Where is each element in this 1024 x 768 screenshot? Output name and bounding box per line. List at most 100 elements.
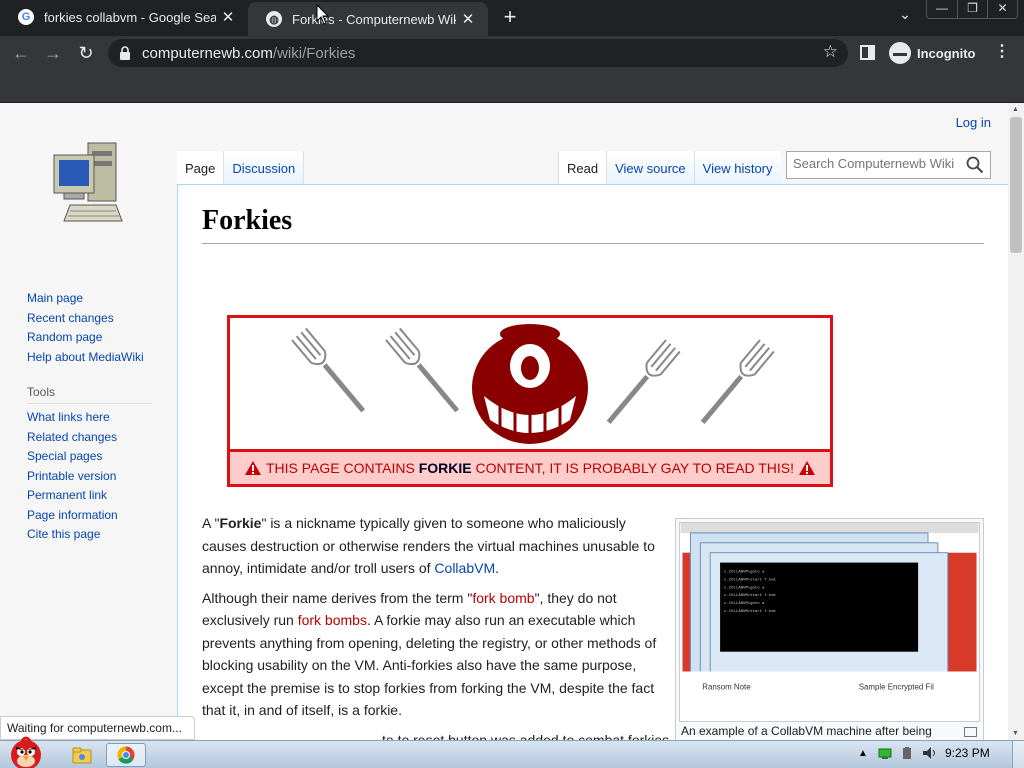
svg-text:c.COLLABVM>start f.bat: c.COLLABVM>start f.bat	[724, 609, 776, 614]
warning-text-pre: THIS PAGE CONTAINS	[266, 460, 415, 476]
text: te to reset button was added to combat f…	[382, 731, 670, 741]
windows-taskbar: ▲ 9:23 PM	[0, 736, 1024, 768]
mouse-cursor-icon	[316, 4, 330, 25]
taskbar-clock[interactable]: 9:23 PM	[945, 746, 990, 760]
warning-triangle-icon	[245, 461, 261, 475]
taskbar-explorer-button[interactable]	[62, 743, 102, 767]
bookmarks-bar	[0, 70, 1024, 103]
forward-arrow-icon[interactable]: →	[40, 40, 66, 66]
bookmark-star-icon[interactable]: ☆	[823, 42, 838, 62]
svg-text:c.COLLABVM>goto a: c.COLLABVM>goto a	[724, 570, 765, 575]
show-desktop-button[interactable]	[1012, 741, 1024, 768]
url-text[interactable]: computernewb.com/wiki/Forkies	[142, 45, 355, 62]
text: A "	[202, 515, 220, 531]
warning-strip: THIS PAGE CONTAINS FORKIE CONTENT, IT IS…	[230, 449, 830, 484]
scrollbar-thumb[interactable]	[1010, 117, 1022, 253]
tab-page[interactable]: Page	[177, 151, 224, 184]
page-scrollbar[interactable]: ▲ ▼	[1008, 103, 1024, 740]
browser-toolbar: ← → ↻ computernewb.com/wiki/Forkies ☆ In…	[0, 36, 1024, 70]
volume-icon[interactable]	[922, 747, 938, 759]
network-icon[interactable]	[878, 747, 892, 759]
close-window-button[interactable]: ✕	[987, 0, 1017, 18]
paragraph-origin: Although their name derives from the ter…	[202, 587, 658, 722]
login-link[interactable]: Log in	[956, 115, 991, 130]
tab-view-history[interactable]: View history	[693, 151, 781, 184]
tab-read[interactable]: Read	[558, 151, 607, 184]
minimize-button[interactable]: —	[927, 0, 957, 18]
article-body: A "Forkie" is a nickname typically given…	[202, 512, 669, 741]
collabvm-link[interactable]: CollabVM	[434, 560, 495, 576]
thumbnail-caption: An example of a CollabVM machine after b…	[681, 724, 932, 738]
chrome-icon	[117, 746, 135, 764]
fork-bomb-link[interactable]: fork bomb	[472, 590, 534, 606]
new-tab-button[interactable]: +	[496, 4, 524, 32]
tab-view-source[interactable]: View source	[606, 151, 694, 184]
sidebar-item-related-changes[interactable]: Related changes	[27, 428, 152, 448]
namespace-tabs: Page Discussion	[177, 151, 305, 184]
incognito-icon	[889, 42, 911, 64]
page-viewport: Log in Main page Recent changes Random p…	[0, 103, 1008, 740]
incognito-badge[interactable]: Incognito	[886, 39, 984, 67]
tab-search-chevron-icon[interactable]: ⌄	[894, 6, 916, 23]
address-bar[interactable]: computernewb.com/wiki/Forkies ☆	[108, 39, 848, 67]
scroll-up-arrow-icon[interactable]: ▲	[1012, 106, 1019, 113]
lock-icon[interactable]	[118, 45, 132, 61]
sidebar-item-special-pages[interactable]: Special pages	[27, 447, 152, 467]
url-host: computernewb.com	[142, 45, 273, 62]
back-arrow-icon[interactable]: ←	[8, 40, 34, 66]
tools-header: Tools	[27, 385, 152, 404]
menu-kebab-icon[interactable]: ⋮	[994, 41, 1010, 61]
text: .	[495, 560, 500, 576]
fork-bombs-link[interactable]: fork bombs	[298, 612, 367, 628]
text: " is a nickname typically given to someo…	[202, 515, 655, 576]
warning-text-bold: FORKIE	[418, 460, 472, 476]
sidebar-item-random-page[interactable]: Random page	[27, 328, 152, 348]
collabvm-screenshot-image[interactable]: c.COLLABVM>goto a c.COLLABVM>start f.bat…	[679, 522, 980, 722]
taskbar-chrome-button[interactable]	[106, 743, 146, 767]
side-panel-icon[interactable]	[860, 45, 875, 60]
tab-computernewb-wiki[interactable]: ◍ Forkies - Computernewb Wiki ✕	[248, 2, 488, 36]
forks-and-face-image	[291, 324, 775, 444]
sidebar-item-permanent-link[interactable]: Permanent link	[27, 486, 152, 506]
svg-text:Ransom Note: Ransom Note	[702, 682, 751, 691]
sidebar-item-cite-this-page[interactable]: Cite this page	[27, 525, 152, 545]
restore-button[interactable]: ❐	[957, 0, 987, 18]
scroll-down-arrow-icon[interactable]: ▼	[1012, 730, 1019, 737]
svg-text:c.COLLABVM>goto a: c.COLLABVM>goto a	[724, 601, 765, 606]
evil-face-logo	[472, 324, 588, 444]
reload-icon[interactable]: ↻	[73, 40, 99, 66]
tab-title: forkies collabvm - Google Search	[44, 9, 216, 25]
svg-text:c.COLLABVM>start f.bat: c.COLLABVM>start f.bat	[724, 593, 776, 598]
paragraph-intro: A "Forkie" is a nickname typically given…	[202, 512, 658, 580]
start-angry-bird-icon[interactable]	[4, 735, 48, 768]
search-icon[interactable]	[966, 156, 984, 174]
tab-discussion[interactable]: Discussion	[223, 151, 305, 184]
enlarge-icon[interactable]	[964, 727, 977, 737]
svg-text:c.COLLABVM>start f.bat: c.COLLABVM>start f.bat	[724, 577, 776, 582]
content-area: Forkies THIS PAGE CONTAINS FORKIE CONTEN…	[177, 184, 1008, 740]
sidebar: Main page Recent changes Random page Hel…	[27, 289, 152, 545]
sidebar-item-printable-version[interactable]: Printable version	[27, 467, 152, 487]
tray-expand-arrow-icon[interactable]: ▲	[858, 748, 868, 759]
folder-icon	[72, 747, 92, 764]
sidebar-item-main-page[interactable]: Main page	[27, 289, 152, 309]
sidebar-item-what-links-here[interactable]: What links here	[27, 408, 152, 428]
computer-logo-icon[interactable]	[50, 141, 126, 227]
sidebar-item-recent-changes[interactable]: Recent changes	[27, 309, 152, 329]
sidebar-item-page-information[interactable]: Page information	[27, 506, 152, 526]
svg-text:c.COLLABVM>goto a: c.COLLABVM>goto a	[724, 585, 765, 590]
battery-icon[interactable]	[902, 747, 912, 759]
search-input[interactable]	[793, 156, 963, 171]
tab-google-search[interactable]: G forkies collabvm - Google Search ✕	[0, 0, 248, 34]
warning-text-post: CONTENT, IT IS PROBABLY GAY TO READ THIS…	[475, 460, 794, 476]
globe-icon: ◍	[266, 11, 282, 27]
paragraph-partial: te to reset button was added to combat f…	[202, 729, 669, 741]
system-tray: ▲	[858, 747, 938, 759]
wiki-search-box	[786, 151, 991, 179]
forkie-warning-banner: THIS PAGE CONTAINS FORKIE CONTENT, IT IS…	[227, 315, 833, 487]
close-tab-icon[interactable]: ✕	[216, 8, 240, 26]
tab-strip: G forkies collabvm - Google Search ✕ ◍ F…	[0, 0, 1024, 36]
close-tab-icon[interactable]: ✕	[456, 10, 480, 28]
sidebar-item-help[interactable]: Help about MediaWiki	[27, 348, 152, 368]
term-bold: Forkie	[219, 515, 262, 531]
